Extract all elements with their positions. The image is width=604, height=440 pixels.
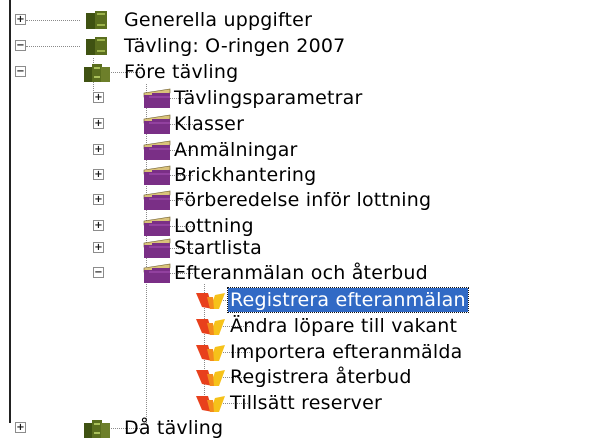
expand-icon[interactable]: + (93, 194, 104, 205)
tree-node-label: Anmälningar (174, 139, 298, 161)
tree-node[interactable]: + Brickhantering (0, 163, 604, 187)
tree-node-label: Lottning (174, 215, 254, 237)
expand-icon[interactable]: + (93, 220, 104, 231)
tree-node-label: Klasser (174, 113, 245, 135)
tree-node-label: Importera efteranmälda (230, 341, 463, 363)
tree-node[interactable]: + Förberedelse inför lottning (0, 188, 604, 212)
tree-node-label: Tävling: O-ringen 2007 (124, 35, 346, 57)
tree-node[interactable]: Importera efteranmälda (0, 340, 604, 364)
expand-icon[interactable]: + (15, 14, 26, 25)
tree-node[interactable]: − Efteranmälan och återbud (0, 261, 604, 285)
folder-icon (140, 188, 174, 212)
tree-node[interactable]: + Då tävling (0, 416, 604, 440)
tree-node[interactable]: + Lottning (0, 214, 604, 238)
book-icon (80, 8, 114, 32)
tree-node-label: Generella uppgifter (124, 9, 313, 31)
folder-icon (140, 112, 174, 136)
folder-icon (140, 163, 174, 187)
action-icon (193, 365, 227, 389)
tree-node[interactable]: Registrera återbud (0, 365, 604, 389)
navigation-tree: + Generella uppgifter − Tävling: O-ringen… (0, 0, 604, 439)
tree-node[interactable]: + Generella uppgifter (0, 8, 604, 32)
tree-node-label: Då tävling (124, 417, 224, 439)
tree-node-label: Startlista (174, 237, 262, 259)
action-icon (193, 288, 227, 312)
tree-node[interactable]: − Tävling: O-ringen 2007 (0, 34, 604, 58)
tree-node[interactable]: + Startlista (0, 236, 604, 260)
tree-node-label: Brickhantering (174, 164, 317, 186)
tree-node-label: Registrera återbud (230, 366, 412, 388)
tree-node-label: Tillsätt reserver (230, 392, 382, 414)
action-icon (193, 314, 227, 338)
expand-icon[interactable]: + (93, 92, 104, 103)
tree-node-label: Före tävling (124, 61, 239, 83)
folder-icon (140, 214, 174, 238)
folder-icon (140, 236, 174, 260)
expand-icon[interactable]: + (93, 144, 104, 155)
expand-icon[interactable]: + (93, 169, 104, 180)
books-icon (80, 416, 114, 440)
expand-icon[interactable]: + (93, 242, 104, 253)
folder-open-icon (140, 261, 174, 285)
tree-node[interactable]: + Klasser (0, 112, 604, 136)
expand-icon[interactable]: + (15, 422, 26, 433)
tree-node-label: Förberedelse inför lottning (174, 189, 432, 211)
tree-node-label: Registrera efteranmälan (227, 287, 469, 313)
folder-icon (140, 86, 174, 110)
tree-node-label: Efteranmälan och återbud (174, 262, 428, 284)
tree-node[interactable]: + Anmälningar (0, 138, 604, 162)
tree-node[interactable]: + Tävlingsparametrar (0, 86, 604, 110)
tree-node-label: Tävlingsparametrar (174, 87, 363, 109)
collapse-icon[interactable]: − (15, 66, 26, 77)
folder-icon (140, 138, 174, 162)
book-icon (80, 34, 114, 58)
tree-node[interactable]: − Före tävling (0, 60, 604, 84)
books-icon (80, 60, 114, 84)
action-icon (193, 340, 227, 364)
action-icon (193, 391, 227, 415)
tree-node[interactable]: Registrera efteranmälan (0, 287, 604, 313)
expand-icon[interactable]: + (93, 118, 104, 129)
tree-node[interactable]: Ändra löpare till vakant (0, 314, 604, 338)
collapse-icon[interactable]: − (93, 267, 104, 278)
tree-node[interactable]: Tillsätt reserver (0, 391, 604, 415)
tree-node-label: Ändra löpare till vakant (230, 315, 458, 337)
collapse-icon[interactable]: − (15, 40, 26, 51)
